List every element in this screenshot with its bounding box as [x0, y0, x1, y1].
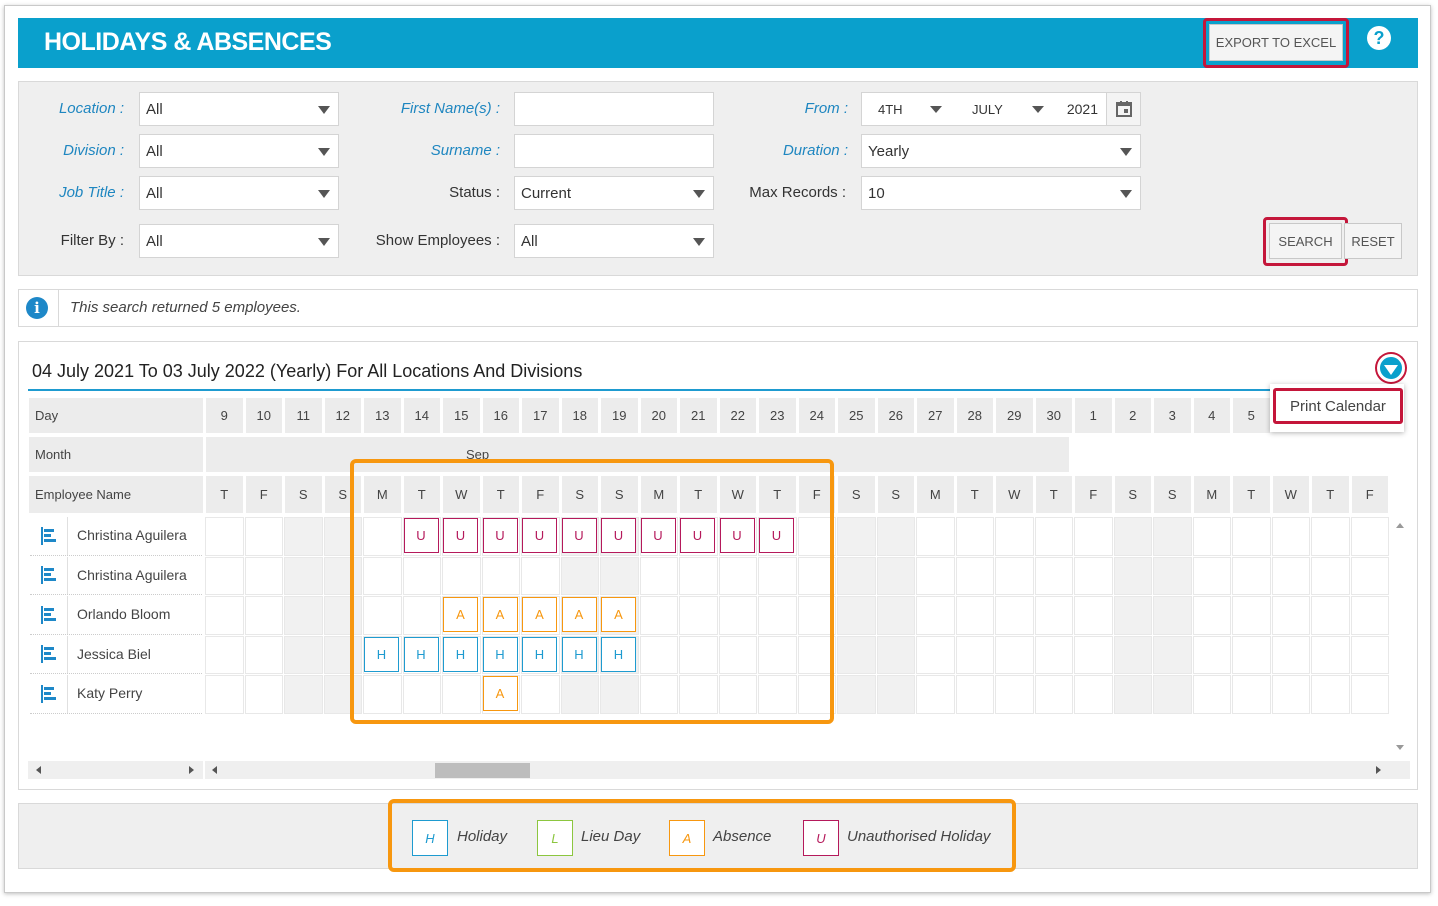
- info-message: This search returned 5 employees.: [70, 299, 301, 316]
- legend-swatch: U: [803, 820, 839, 856]
- calendar-title: 04 July 2021 To 03 July 2022 (Yearly) Fo…: [32, 361, 583, 381]
- scroll-left-icon[interactable]: [36, 766, 41, 774]
- from-date-picker: 4TH JULY 2021: [861, 92, 1141, 126]
- from-year[interactable]: 2021: [1054, 93, 1107, 125]
- scrollbar-thumb[interactable]: [435, 763, 530, 778]
- from-day-value: 4TH: [878, 101, 903, 117]
- show-employees-value: All: [521, 232, 538, 250]
- export-to-excel-button[interactable]: EXPORT TO EXCEL: [1209, 24, 1343, 61]
- status-value: Current: [521, 184, 572, 202]
- chevron-down-icon: [693, 190, 705, 198]
- filter-by-select[interactable]: All: [139, 224, 339, 258]
- scroll-left-icon[interactable]: [212, 766, 217, 774]
- filter-by-value: All: [146, 232, 163, 250]
- job-title-label: Job Title :: [59, 184, 124, 201]
- scroll-corner: [1388, 761, 1410, 779]
- from-label: From :: [804, 100, 848, 117]
- from-month-value: JULY: [972, 101, 1003, 117]
- scroll-up-icon[interactable]: [1396, 523, 1404, 528]
- calendar-horizontal-scrollbar[interactable]: [205, 761, 1388, 779]
- division-label: Division :: [63, 142, 124, 159]
- show-employees-select[interactable]: All: [514, 224, 714, 258]
- from-day-select[interactable]: 4TH: [862, 93, 952, 125]
- legend-label: Absence: [713, 828, 772, 845]
- surname-input[interactable]: [514, 134, 714, 168]
- status-label: Status :: [449, 184, 500, 201]
- help-icon[interactable]: ?: [1367, 26, 1391, 50]
- location-value: All: [146, 100, 163, 118]
- legend-label: Holiday: [457, 828, 508, 845]
- location-label: Location :: [58, 100, 124, 117]
- division-select[interactable]: All: [139, 134, 339, 168]
- calendar-options-button[interactable]: [1377, 354, 1405, 382]
- first-names-label: First Name(s) :: [400, 100, 500, 117]
- job-title-select[interactable]: All: [139, 176, 339, 210]
- legend-swatch: A: [669, 820, 705, 856]
- first-names-input[interactable]: [514, 92, 714, 126]
- chevron-down-icon: [318, 148, 330, 156]
- duration-select[interactable]: Yearly: [861, 134, 1141, 168]
- max-records-label: Max Records :: [749, 184, 846, 201]
- chevron-down-icon: [1384, 364, 1398, 375]
- chevron-down-icon: [1032, 106, 1044, 113]
- print-calendar-button[interactable]: Print Calendar: [1273, 388, 1403, 424]
- reset-button[interactable]: RESET: [1344, 223, 1402, 259]
- calendar-title-underline: [28, 389, 1373, 391]
- job-title-value: All: [146, 184, 163, 202]
- scroll-down-icon[interactable]: [1396, 745, 1404, 750]
- from-month-select[interactable]: JULY: [952, 93, 1054, 125]
- chevron-down-icon: [1120, 190, 1132, 198]
- chevron-down-icon: [1120, 148, 1132, 156]
- absence-callout-highlight: [350, 459, 834, 724]
- calendar-icon[interactable]: [1107, 93, 1140, 125]
- scroll-right-icon[interactable]: [1376, 766, 1381, 774]
- status-select[interactable]: Current: [514, 176, 714, 210]
- calendar-vertical-scrollbar[interactable]: [1390, 517, 1408, 761]
- chevron-down-icon: [318, 106, 330, 114]
- scroll-right-icon[interactable]: [189, 766, 194, 774]
- duration-value: Yearly: [868, 142, 910, 160]
- legend-swatch: L: [537, 820, 573, 856]
- search-button[interactable]: SEARCH: [1269, 223, 1342, 259]
- info-separator: [58, 290, 59, 326]
- info-icon: i: [26, 297, 48, 319]
- chevron-down-icon: [930, 106, 942, 113]
- max-records-select[interactable]: 10: [861, 176, 1141, 210]
- legend-label: Lieu Day: [581, 828, 641, 845]
- page-title: HOLIDAYS & ABSENCES: [44, 28, 332, 56]
- chevron-down-icon: [318, 238, 330, 246]
- chevron-down-icon: [693, 238, 705, 246]
- duration-label: Duration :: [782, 142, 848, 159]
- location-select[interactable]: All: [139, 92, 339, 126]
- names-horizontal-scrollbar[interactable]: [28, 761, 203, 779]
- filter-by-label: Filter By :: [60, 232, 124, 249]
- division-value: All: [146, 142, 163, 160]
- legend-label: Unauthorised Holiday: [847, 828, 991, 845]
- chevron-down-icon: [318, 190, 330, 198]
- max-records-value: 10: [868, 184, 885, 202]
- show-employees-label: Show Employees :: [375, 232, 500, 249]
- surname-label: Surname :: [430, 142, 500, 159]
- legend-swatch: H: [412, 820, 448, 856]
